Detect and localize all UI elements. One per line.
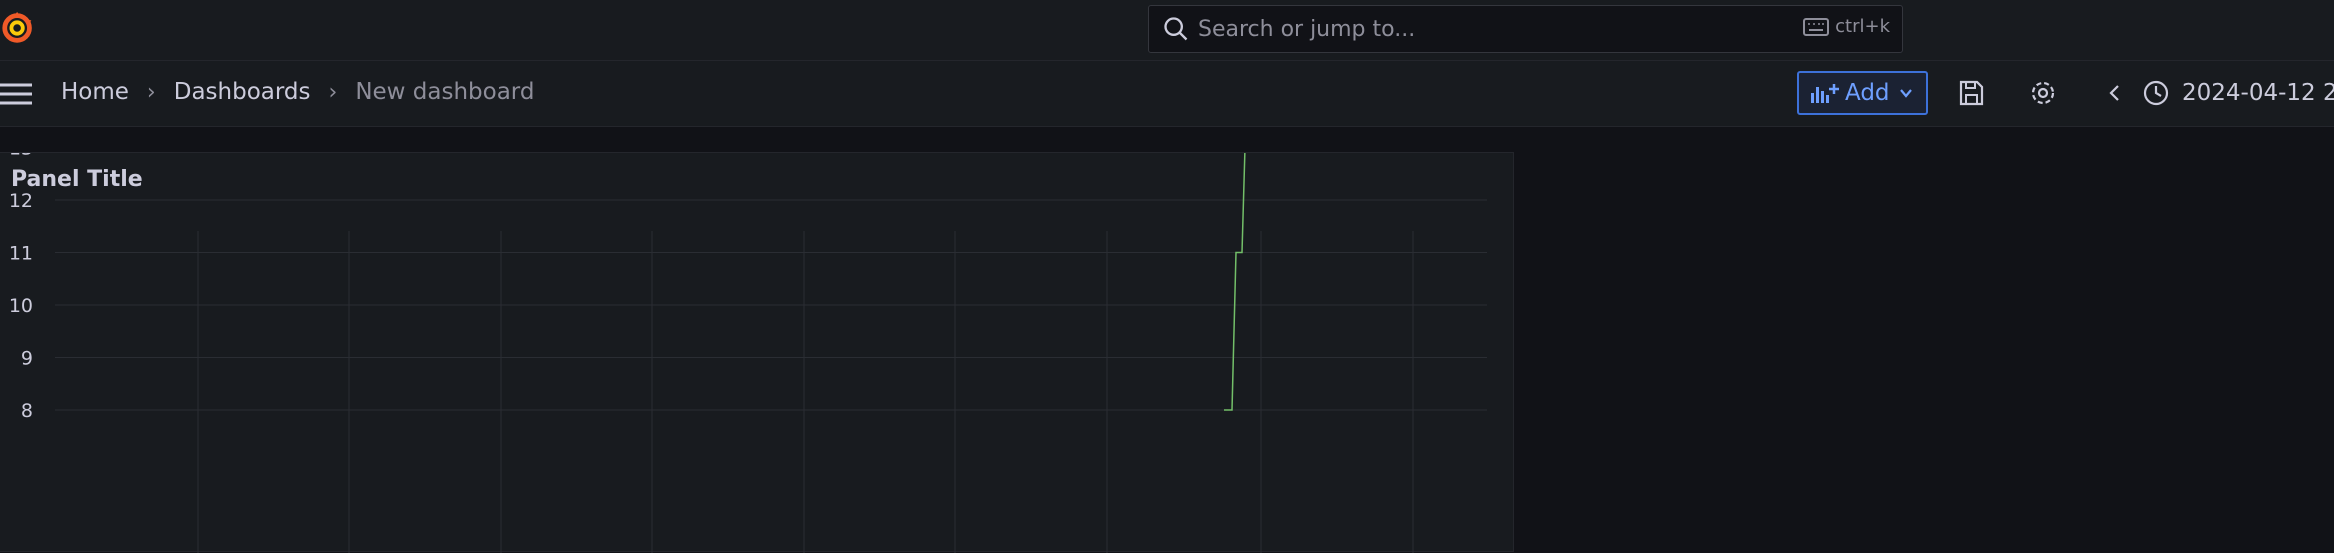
y-tick-label: 9 [21, 348, 33, 370]
time-series-chart: 13 12 11 10 9 8 [9, 153, 1487, 553]
dashboard-panel[interactable]: Panel Title 1312111098 [0, 152, 1514, 553]
breadcrumb: Home › Dashboards › New dashboard [61, 79, 534, 105]
breadcrumb-dashboards[interactable]: Dashboards [174, 79, 311, 105]
y-tick-label: 12 [9, 190, 33, 212]
y-tick-label: 11 [9, 243, 33, 265]
save-icon[interactable] [1956, 78, 1986, 108]
y-tick-label: 10 [9, 295, 33, 317]
clock-icon [2143, 80, 2169, 106]
keyboard-icon [1803, 17, 1830, 36]
breadcrumb-home[interactable]: Home [61, 79, 129, 105]
time-range-picker[interactable]: 2024-04-12 2 [2142, 79, 2334, 107]
y-tick-label: 13 [9, 153, 33, 160]
search-placeholder: Search or jump to... [1198, 16, 1416, 42]
search-icon [1164, 17, 1188, 41]
time-range-label: 2024-04-12 2 [2182, 80, 2334, 106]
chevron-right-icon: › [328, 79, 338, 105]
chevron-down-icon [1899, 89, 1912, 98]
chevron-right-icon: › [146, 79, 156, 105]
breadcrumb-current: New dashboard [355, 79, 535, 105]
top-bar: Search or jump to... ctrl+k [0, 0, 2334, 61]
search-shortcut: ctrl+k [1803, 16, 1890, 37]
add-panel-icon [1811, 84, 1839, 103]
menu-icon[interactable] [0, 81, 33, 107]
shortcut-label: ctrl+k [1835, 16, 1890, 37]
y-tick-label: 8 [21, 400, 33, 422]
grafana-logo-icon[interactable] [0, 9, 38, 47]
add-button[interactable]: Add [1797, 71, 1928, 115]
dashboard-nav-bar: Home › Dashboards › New dashboard Add 20… [0, 61, 2334, 127]
gear-icon[interactable] [2028, 78, 2058, 108]
add-button-label: Add [1845, 80, 1890, 106]
chevron-left-icon[interactable] [2100, 78, 2130, 108]
search-bar[interactable]: Search or jump to... ctrl+k [1148, 5, 1903, 53]
